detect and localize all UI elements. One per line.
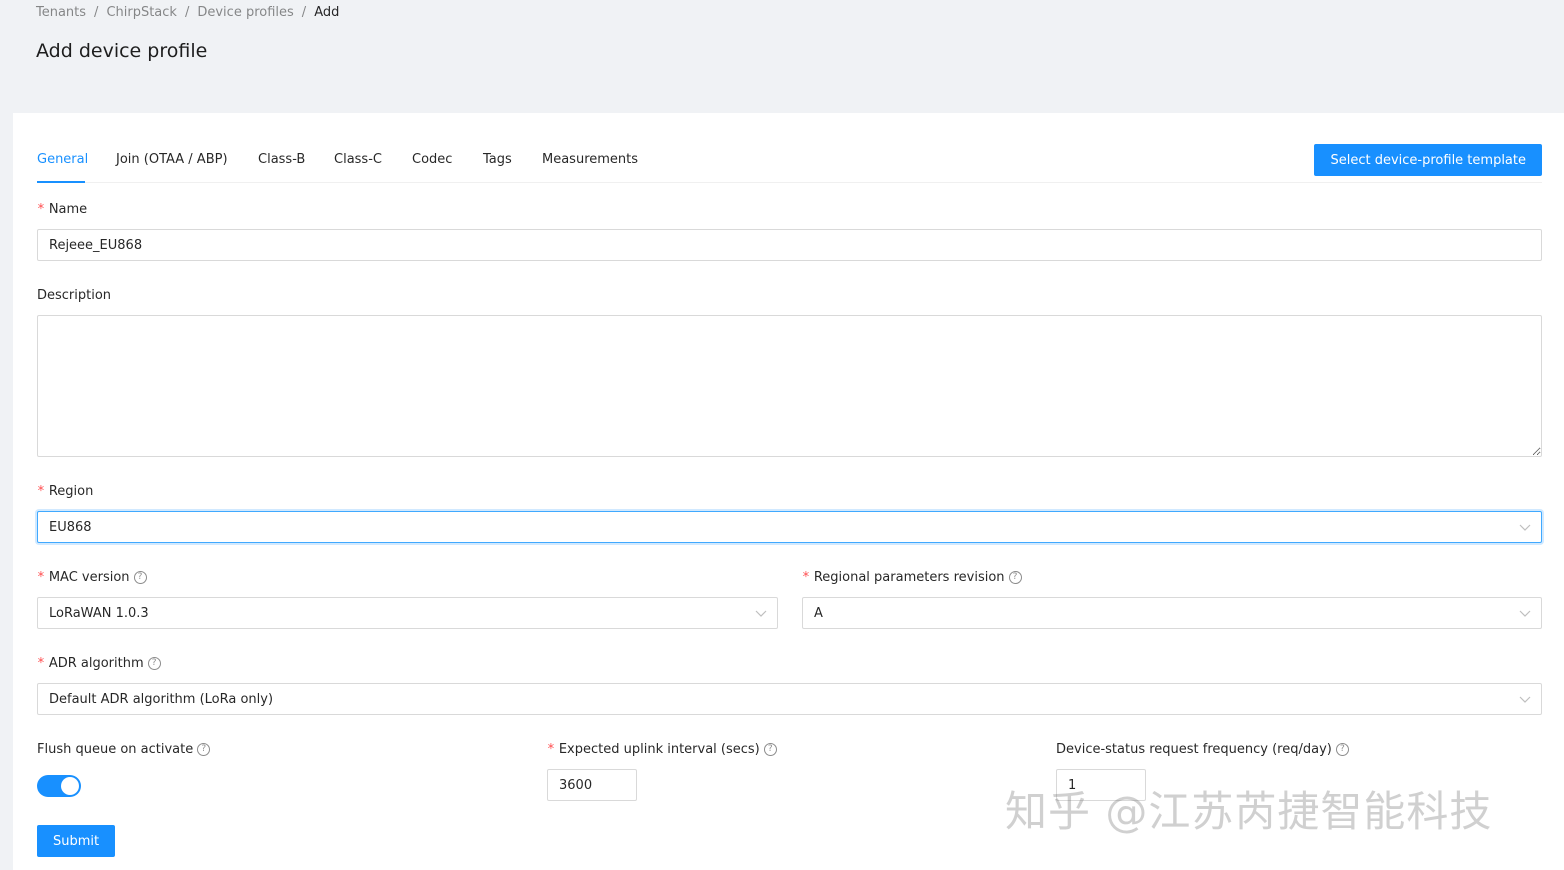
breadcrumb-separator: / (301, 5, 307, 20)
tab-class-c[interactable]: Class-C (334, 152, 382, 167)
question-circle-icon[interactable]: ? (147, 657, 161, 670)
tab-general[interactable]: General (37, 152, 88, 167)
required-marker: * (802, 570, 810, 585)
breadcrumb-current: Add (314, 5, 340, 20)
required-marker: * (37, 484, 45, 499)
page-header: Tenants / ChirpStack / Device profiles /… (0, 0, 1564, 113)
tab-join[interactable]: Join (OTAA / ABP) (116, 152, 228, 167)
status-frequency-label: Device-status request frequency (req/day… (1056, 742, 1349, 757)
regional-params-label: * Regional parameters revision ? (802, 570, 1022, 585)
breadcrumb-chirpstack[interactable]: ChirpStack (106, 5, 177, 20)
switch-knob (61, 777, 79, 795)
mac-version-label: * MAC version ? (37, 570, 147, 585)
tab-class-b[interactable]: Class-B (258, 152, 305, 167)
required-marker: * (547, 742, 555, 757)
breadcrumb-tenants[interactable]: Tenants (36, 5, 86, 20)
region-label: * Region (37, 484, 94, 499)
breadcrumb: Tenants / ChirpStack / Device profiles /… (36, 5, 339, 20)
required-marker: * (37, 570, 45, 585)
active-tab-indicator (37, 181, 85, 183)
adr-label: * ADR algorithm ? (37, 656, 161, 671)
tab-codec[interactable]: Codec (412, 152, 452, 167)
uplink-interval-input[interactable] (547, 769, 637, 801)
form-card: General Join (OTAA / ABP) Class-B Class-… (13, 113, 1564, 870)
adr-select[interactable]: Default ADR algorithm (LoRa only) (37, 683, 1542, 715)
regional-params-select[interactable]: A (802, 597, 1542, 629)
description-textarea[interactable] (37, 315, 1542, 457)
name-label: * Name (37, 202, 88, 217)
description-label: Description (37, 288, 112, 303)
name-input[interactable] (37, 229, 1542, 261)
required-marker: * (37, 656, 45, 671)
question-circle-icon[interactable]: ? (763, 743, 777, 756)
chevron-down-icon (1519, 610, 1531, 617)
breadcrumb-separator: / (94, 5, 99, 20)
mac-version-select[interactable]: LoRaWAN 1.0.3 (37, 597, 778, 629)
breadcrumb-separator: / (184, 5, 190, 20)
region-select[interactable]: EU868 (37, 511, 1542, 543)
required-marker: * (37, 202, 45, 217)
question-circle-icon[interactable]: ? (197, 743, 211, 756)
flush-queue-switch[interactable] (37, 775, 81, 797)
uplink-interval-label: * Expected uplink interval (secs) ? (547, 742, 777, 757)
status-frequency-input[interactable] (1056, 769, 1146, 801)
flush-queue-label: Flush queue on activate ? (37, 742, 211, 757)
question-circle-icon[interactable]: ? (1335, 743, 1349, 756)
tab-measurements[interactable]: Measurements (542, 152, 638, 167)
tab-tags[interactable]: Tags (483, 152, 512, 167)
chevron-down-icon (755, 610, 767, 617)
chevron-down-icon (1519, 524, 1531, 531)
page-title: Add device profile (36, 40, 208, 62)
question-circle-icon[interactable]: ? (1008, 571, 1022, 584)
chevron-down-icon (1519, 696, 1531, 703)
select-template-button[interactable]: Select device-profile template (1314, 144, 1542, 176)
question-circle-icon[interactable]: ? (133, 571, 147, 584)
submit-button[interactable]: Submit (37, 825, 116, 857)
breadcrumb-device-profiles[interactable]: Device profiles (197, 5, 293, 20)
